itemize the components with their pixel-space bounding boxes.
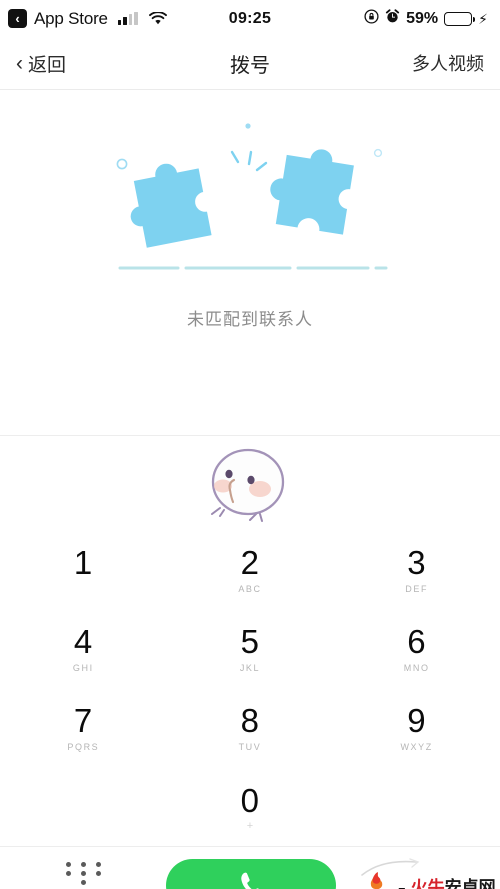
bottom-bar: 拨号 xyxy=(0,846,500,889)
key-9[interactable]: 9 WXYZ xyxy=(333,688,500,767)
nav-back-button[interactable]: ‹ 返回 xyxy=(16,50,66,77)
key-2-digit: 2 xyxy=(240,543,260,581)
dialpad-toggle-button[interactable]: 拨号 xyxy=(0,861,166,889)
key-3[interactable]: 3 DEF xyxy=(333,530,500,609)
nav-bar: ‹ 返回 拨号 多人视频 xyxy=(0,37,500,90)
watermark-text: 火牛安卓网 www.hnzzdt.com xyxy=(411,879,496,889)
key-6-digit: 6 xyxy=(407,622,427,660)
key-2-letters: ABC xyxy=(238,583,262,594)
bull-flame-logo xyxy=(355,868,409,889)
status-bar-right: 59% ⚡ xyxy=(364,8,488,29)
key-1[interactable]: 1 xyxy=(0,530,167,609)
key-8-digit: 8 xyxy=(240,701,260,739)
dialpad-dots-icon xyxy=(65,861,101,885)
empty-state-section: 未匹配到联系人 xyxy=(0,90,500,435)
key-5[interactable]: 5 JKL xyxy=(167,609,334,688)
call-button[interactable] xyxy=(166,858,336,889)
alarm-clock-icon xyxy=(385,8,400,29)
bottom-bar-right: 火牛安卓网 www.hnzzdt.com xyxy=(336,847,500,889)
key-9-letters: WXYZ xyxy=(400,741,433,752)
key-0-plus: + xyxy=(246,819,254,832)
wifi-icon xyxy=(148,12,167,25)
phone-screen: ‹ App Store 09:25 59% ⚡ ‹ 返回 拨号 多人视频 未匹配… xyxy=(0,0,500,889)
key-7[interactable]: 7 PQRS xyxy=(0,688,167,767)
chick-doodle-avatar xyxy=(198,444,303,524)
status-bar: ‹ App Store 09:25 59% ⚡ xyxy=(0,0,500,37)
watermark-name-black: 安卓网 xyxy=(444,877,496,889)
key-6-letters: MNO xyxy=(403,662,430,673)
key-2[interactable]: 2 ABC xyxy=(167,530,334,609)
status-back-app-label[interactable]: App Store xyxy=(34,9,108,29)
key-6[interactable]: 6 MNO xyxy=(333,609,500,688)
empty-state-caption: 未匹配到联系人 xyxy=(187,310,313,329)
key-7-letters: PQRS xyxy=(67,741,100,752)
key-9-digit: 9 xyxy=(407,701,427,739)
status-bar-left: ‹ App Store xyxy=(8,9,167,29)
multi-video-button[interactable]: 多人视频 xyxy=(412,50,484,76)
key-0-digit: 0 xyxy=(240,781,260,819)
site-watermark: 火牛安卓网 www.hnzzdt.com xyxy=(355,868,496,889)
watermark-name-red: 火牛 xyxy=(410,877,445,889)
cellular-signal-icon xyxy=(117,12,138,25)
key-7-digit: 7 xyxy=(73,701,93,739)
chevron-left-icon: ‹ xyxy=(16,51,23,75)
dial-section: 1 2 ABC 3 DEF 4 GHI 5 JKL 6 MNO 7 PQRS 8… xyxy=(0,435,500,846)
dialpad-keys: 1 2 ABC 3 DEF 4 GHI 5 JKL 6 MNO 7 PQRS 8… xyxy=(0,530,500,846)
key-4-letters: GHI xyxy=(72,662,94,673)
puzzle-pieces-icon xyxy=(100,108,400,293)
key-4-digit: 4 xyxy=(73,622,93,660)
key-4[interactable]: 4 GHI xyxy=(0,609,167,688)
lightning-bolt-icon: ⚡ xyxy=(478,10,488,27)
key-5-letters: JKL xyxy=(239,662,261,673)
key-8-letters: TUV xyxy=(238,741,262,752)
battery-percent-label: 59% xyxy=(406,9,439,27)
key-1-digit: 1 xyxy=(73,543,93,581)
key-5-digit: 5 xyxy=(240,622,260,660)
battery-icon xyxy=(444,11,476,26)
rotation-lock-icon xyxy=(364,8,379,29)
status-back-icon[interactable]: ‹ xyxy=(8,9,27,28)
key-8[interactable]: 8 TUV xyxy=(167,688,334,767)
nav-back-label: 返回 xyxy=(28,54,67,76)
key-0[interactable]: 0 + xyxy=(167,767,334,846)
phone-handset-icon xyxy=(236,869,266,889)
key-3-letters: DEF xyxy=(405,583,429,594)
status-time: 09:25 xyxy=(228,9,272,27)
key-3-digit: 3 xyxy=(407,543,427,581)
